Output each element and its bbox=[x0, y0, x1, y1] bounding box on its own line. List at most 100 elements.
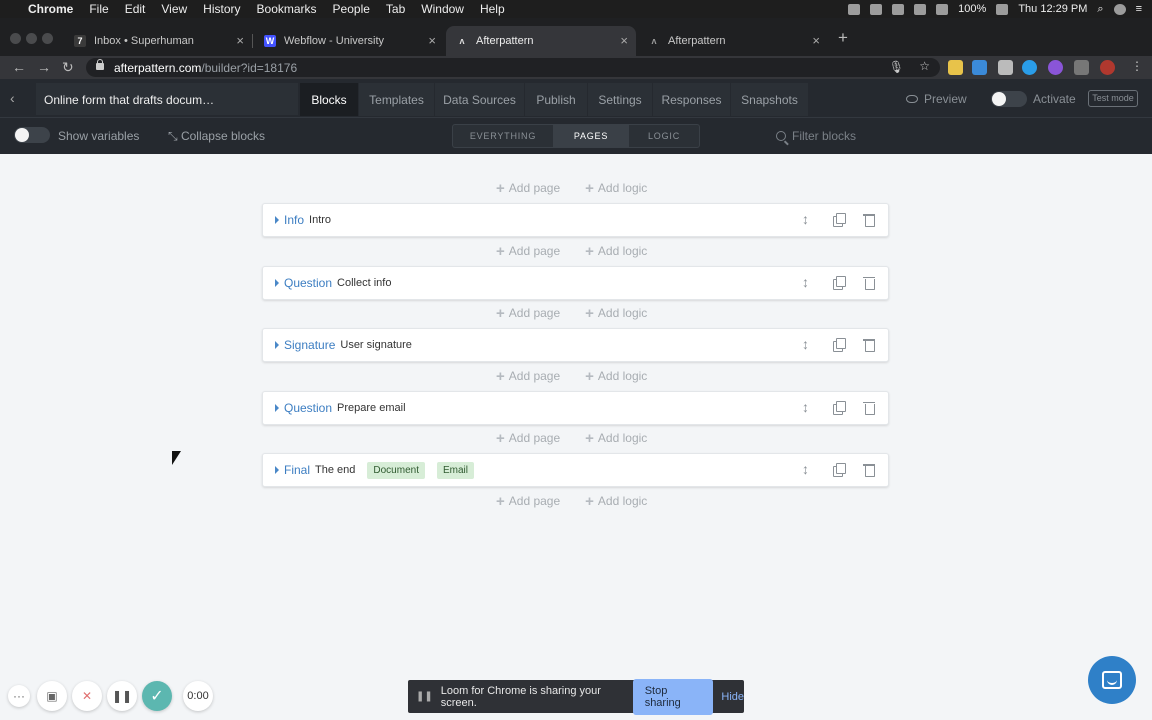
chat-support-button[interactable] bbox=[1088, 656, 1136, 704]
lock-icon[interactable] bbox=[96, 59, 104, 70]
duplicate-icon[interactable] bbox=[832, 275, 846, 290]
add-page-button[interactable]: + Add page bbox=[496, 368, 560, 385]
trash-icon[interactable] bbox=[863, 401, 876, 415]
trash-icon[interactable] bbox=[863, 338, 876, 352]
back-chevron-icon[interactable]: ‹ bbox=[10, 90, 15, 106]
menu-tab[interactable]: Tab bbox=[386, 2, 405, 16]
extension-icon-2[interactable] bbox=[972, 60, 987, 75]
close-tab-icon[interactable]: × bbox=[812, 33, 820, 48]
loom-camera-button[interactable]: ▣ bbox=[37, 681, 67, 711]
wifi-icon[interactable] bbox=[914, 3, 927, 15]
add-logic-button[interactable]: + Add logic bbox=[585, 368, 647, 385]
test-mode-badge[interactable]: Test mode bbox=[1088, 90, 1138, 107]
bookmark-star-icon[interactable]: ☆ bbox=[919, 59, 930, 73]
filter-blocks-input[interactable]: Filter blocks bbox=[776, 129, 856, 143]
block-name[interactable]: Collect info bbox=[337, 277, 391, 289]
battery-icon[interactable] bbox=[996, 3, 1009, 15]
new-tab-icon[interactable]: + bbox=[838, 28, 848, 48]
segment-pages[interactable]: PAGES bbox=[554, 125, 629, 147]
bluetooth-icon[interactable] bbox=[936, 3, 949, 15]
block-type[interactable]: Final bbox=[284, 463, 310, 477]
close-tab-icon[interactable]: × bbox=[428, 33, 436, 48]
move-handle-icon[interactable] bbox=[801, 336, 814, 352]
add-logic-button[interactable]: + Add logic bbox=[585, 305, 647, 322]
window-zoom-button[interactable] bbox=[42, 33, 53, 44]
hide-button[interactable]: Hide bbox=[721, 691, 744, 703]
block-card[interactable]: Final The end Document Email bbox=[262, 453, 889, 487]
block-name[interactable]: The end bbox=[315, 464, 355, 476]
spotlight-search-icon[interactable]: ⌕ bbox=[1097, 3, 1103, 16]
add-page-button[interactable]: + Add page bbox=[496, 430, 560, 447]
browser-tab-webflow[interactable]: W Webflow - University × bbox=[254, 26, 444, 56]
trash-icon[interactable] bbox=[863, 276, 876, 290]
back-arrow-icon[interactable]: ← bbox=[12, 59, 26, 75]
browser-tab-afterpattern[interactable]: ᴧ Afterpattern × bbox=[638, 26, 828, 56]
block-card[interactable]: Signature User signature bbox=[262, 328, 889, 362]
forward-arrow-icon[interactable]: → bbox=[37, 59, 51, 75]
move-handle-icon[interactable] bbox=[801, 461, 814, 477]
add-logic-button[interactable]: + Add logic bbox=[585, 430, 647, 447]
block-card[interactable]: Info Intro bbox=[262, 203, 889, 237]
menu-window[interactable]: Window bbox=[421, 2, 464, 16]
block-name[interactable]: Intro bbox=[309, 214, 331, 226]
tab-settings[interactable]: Settings bbox=[588, 83, 653, 116]
close-tab-icon[interactable]: × bbox=[236, 33, 244, 48]
gear-icon[interactable] bbox=[892, 3, 905, 15]
window-minimize-button[interactable] bbox=[26, 33, 37, 44]
close-tab-icon[interactable]: × bbox=[620, 33, 628, 48]
block-name[interactable]: User signature bbox=[340, 339, 412, 351]
block-badge[interactable]: Document bbox=[367, 461, 425, 479]
expand-caret-icon[interactable] bbox=[275, 466, 279, 474]
clock[interactable]: Thu 12:29 PM bbox=[1018, 3, 1087, 15]
trash-icon[interactable] bbox=[863, 463, 876, 477]
extension-icon-5[interactable] bbox=[1048, 60, 1063, 75]
move-handle-icon[interactable] bbox=[801, 211, 814, 227]
block-badge[interactable]: Email bbox=[436, 461, 474, 479]
menu-app-name[interactable]: Chrome bbox=[28, 2, 73, 16]
preview-button[interactable]: Preview bbox=[906, 92, 967, 106]
menu-file[interactable]: File bbox=[89, 2, 108, 16]
block-name[interactable]: Prepare email bbox=[337, 402, 405, 414]
menu-edit[interactable]: Edit bbox=[125, 2, 146, 16]
add-page-button[interactable]: + Add page bbox=[496, 305, 560, 322]
tab-blocks[interactable]: Blocks bbox=[300, 83, 359, 116]
duplicate-icon[interactable] bbox=[832, 213, 846, 227]
extension-icon-1[interactable] bbox=[948, 60, 963, 75]
microphone-icon[interactable] bbox=[848, 3, 861, 15]
block-type[interactable]: Info bbox=[284, 213, 304, 227]
duplicate-icon[interactable] bbox=[832, 463, 846, 477]
reload-icon[interactable]: ↻ bbox=[62, 59, 74, 76]
tab-publish[interactable]: Publish bbox=[525, 83, 588, 116]
add-logic-button[interactable]: + Add logic bbox=[585, 243, 647, 260]
extensions-puzzle-icon[interactable] bbox=[1074, 60, 1089, 75]
expand-caret-icon[interactable] bbox=[275, 403, 279, 412]
duplicate-icon[interactable] bbox=[832, 338, 846, 352]
tab-data-sources[interactable]: Data Sources bbox=[435, 83, 525, 116]
microphone-icon[interactable]: 🎙 bbox=[889, 60, 904, 74]
add-page-button[interactable]: + Add page bbox=[496, 180, 560, 197]
segment-logic[interactable]: LOGIC bbox=[629, 125, 699, 147]
siri-icon[interactable] bbox=[1113, 3, 1126, 15]
segment-everything[interactable]: EVERYTHING bbox=[453, 125, 554, 147]
expand-caret-icon[interactable] bbox=[275, 278, 279, 287]
add-page-button[interactable]: + Add page bbox=[496, 243, 560, 260]
profile-avatar[interactable] bbox=[1100, 60, 1115, 75]
menu-people[interactable]: People bbox=[333, 2, 370, 16]
block-card[interactable]: Question Prepare email bbox=[262, 390, 889, 425]
expand-caret-icon[interactable] bbox=[275, 216, 279, 224]
duplicate-icon[interactable] bbox=[832, 400, 846, 415]
block-type[interactable]: Question bbox=[284, 276, 332, 290]
address-bar[interactable]: afterpattern.com/builder?id=18176 🎙 ☆ bbox=[86, 58, 940, 77]
block-card[interactable]: Question Collect info bbox=[262, 265, 889, 300]
tab-responses[interactable]: Responses bbox=[653, 83, 731, 116]
menu-view[interactable]: View bbox=[161, 2, 187, 16]
add-page-button[interactable]: + Add page bbox=[496, 493, 560, 510]
activate-toggle[interactable] bbox=[991, 91, 1027, 107]
chrome-menu-icon[interactable]: ⋮ bbox=[1131, 59, 1143, 73]
menu-history[interactable]: History bbox=[203, 2, 240, 16]
move-handle-icon[interactable] bbox=[801, 274, 814, 290]
menu-help[interactable]: Help bbox=[480, 2, 505, 16]
document-title[interactable]: Online form that drafts docum… bbox=[36, 83, 298, 115]
add-logic-button[interactable]: + Add logic bbox=[585, 180, 647, 197]
block-type[interactable]: Question bbox=[284, 401, 332, 415]
